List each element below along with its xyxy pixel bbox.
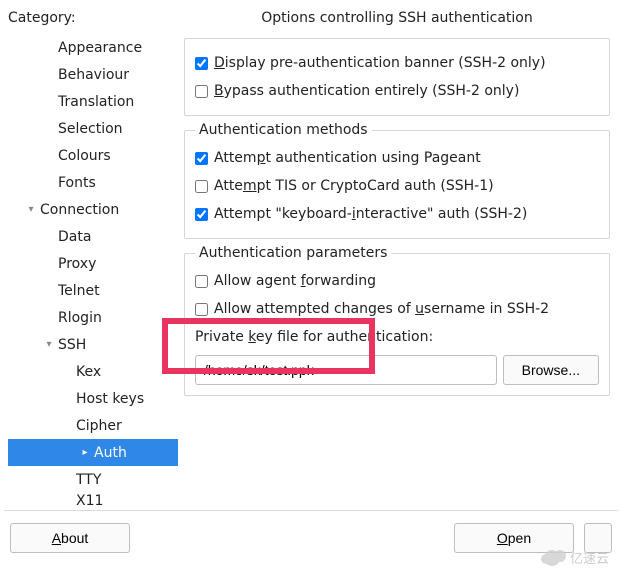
- expander-icon[interactable]: ▾: [40, 339, 58, 350]
- auth-methods-group: Authentication methods Attempt authentic…: [184, 122, 610, 239]
- tree-item-label: Behaviour: [58, 67, 129, 83]
- tree-item-label: Rlogin: [58, 310, 102, 326]
- tree-item-appearance[interactable]: Appearance: [8, 34, 178, 61]
- tree-item-label: Proxy: [58, 256, 96, 272]
- bypass-auth-checkbox[interactable]: Bypass authentication entirely (SSH-2 on…: [195, 77, 599, 105]
- pageant-input[interactable]: [195, 152, 208, 165]
- tree-item-connection[interactable]: ▾Connection: [8, 196, 178, 223]
- tree-item-label: Cipher: [76, 418, 122, 434]
- tree-item-label: Telnet: [58, 283, 100, 299]
- tis-checkbox[interactable]: Attempt TIS or CryptoCard auth (SSH-1): [195, 172, 599, 200]
- banner-group: Display pre-authentication banner (SSH-2…: [184, 38, 610, 116]
- tree-item-behaviour[interactable]: Behaviour: [8, 61, 178, 88]
- private-key-label-row: Private key file for authentication:: [195, 323, 599, 351]
- kbi-checkbox[interactable]: Attempt "keyboard-interactive" auth (SSH…: [195, 200, 599, 228]
- dialog-buttons: About Open: [0, 511, 622, 565]
- tree-item-data[interactable]: Data: [8, 223, 178, 250]
- tree-item-label: Auth: [94, 445, 127, 461]
- kbi-label: Attempt "keyboard-interactive" auth (SSH…: [214, 206, 527, 222]
- tree-item-label: Fonts: [58, 175, 96, 191]
- kbi-input[interactable]: [195, 208, 208, 221]
- pageant-checkbox[interactable]: Attempt authentication using Pageant: [195, 144, 599, 172]
- tree-item-label: Selection: [58, 121, 123, 137]
- private-key-path-input[interactable]: [195, 355, 497, 385]
- tree-item-fonts[interactable]: Fonts: [8, 169, 178, 196]
- tree-item-selection[interactable]: Selection: [8, 115, 178, 142]
- bypass-auth-label: Bypass authentication entirely (SSH-2 on…: [214, 83, 519, 99]
- auth-params-legend: Authentication parameters: [195, 245, 391, 261]
- expander-icon[interactable]: ▾: [22, 204, 40, 215]
- display-banner-input[interactable]: [195, 57, 208, 70]
- tree-item-telnet[interactable]: Telnet: [8, 277, 178, 304]
- tree-item-label: Kex: [76, 364, 101, 380]
- tree-item-translation[interactable]: Translation: [8, 88, 178, 115]
- settings-panel: Options controlling SSH authentication D…: [178, 10, 614, 510]
- tree-item-label: Host keys: [76, 391, 144, 407]
- tree-item-label: TTY: [76, 472, 101, 488]
- tree-item-rlogin[interactable]: Rlogin: [8, 304, 178, 331]
- category-tree: Category: Appearance Behaviour Translation…: [8, 10, 178, 510]
- tree-item-host-keys[interactable]: Host keys: [8, 385, 178, 412]
- username-change-checkbox[interactable]: Allow attempted changes of username in S…: [195, 295, 599, 323]
- tree-item-tty[interactable]: TTY: [8, 466, 178, 493]
- bypass-auth-input[interactable]: [195, 85, 208, 98]
- tis-input[interactable]: [195, 180, 208, 193]
- tree-item-x11[interactable]: X11: [8, 493, 178, 507]
- private-key-label: Private key file for authentication:: [195, 329, 433, 345]
- auth-params-group: Authentication parameters Allow agent fo…: [184, 245, 610, 396]
- tree-item-auth[interactable]: ▸Auth: [8, 439, 178, 466]
- expander-icon[interactable]: ▸: [76, 447, 94, 458]
- browse-button[interactable]: Browse...: [503, 355, 599, 385]
- pageant-label: Attempt authentication using Pageant: [214, 150, 481, 166]
- tis-label: Attempt TIS or CryptoCard auth (SSH-1): [214, 178, 494, 194]
- tree-item-label: Appearance: [58, 40, 142, 56]
- tree-item-label: SSH: [58, 337, 86, 353]
- tree-item-label: Connection: [40, 202, 119, 218]
- watermark-logo: 亿速云: [538, 543, 616, 573]
- username-change-label: Allow attempted changes of username in S…: [214, 301, 549, 317]
- tree-item-ssh[interactable]: ▾SSH: [8, 331, 178, 358]
- tree-item-label: X11: [76, 493, 103, 507]
- auth-methods-legend: Authentication methods: [195, 122, 372, 138]
- tree-item-cipher[interactable]: Cipher: [8, 412, 178, 439]
- tree-item-label: Colours: [58, 148, 111, 164]
- agent-forwarding-label: Allow agent forwarding: [214, 273, 376, 289]
- agent-forwarding-checkbox[interactable]: Allow agent forwarding: [195, 267, 599, 295]
- panel-title: Options controlling SSH authentication: [184, 10, 610, 26]
- display-banner-checkbox[interactable]: Display pre-authentication banner (SSH-2…: [195, 49, 599, 77]
- tree-item-kex[interactable]: Kex: [8, 358, 178, 385]
- username-change-input[interactable]: [195, 303, 208, 316]
- agent-forwarding-input[interactable]: [195, 275, 208, 288]
- tree-item-label: Data: [58, 229, 91, 245]
- tree-item-colours[interactable]: Colours: [8, 142, 178, 169]
- tree-item-label: Translation: [58, 94, 134, 110]
- category-label: Category:: [8, 10, 178, 26]
- svg-text:亿速云: 亿速云: [570, 551, 609, 566]
- display-banner-label: Display pre-authentication banner (SSH-2…: [214, 55, 546, 71]
- tree-item-proxy[interactable]: Proxy: [8, 250, 178, 277]
- about-button[interactable]: About: [10, 523, 130, 553]
